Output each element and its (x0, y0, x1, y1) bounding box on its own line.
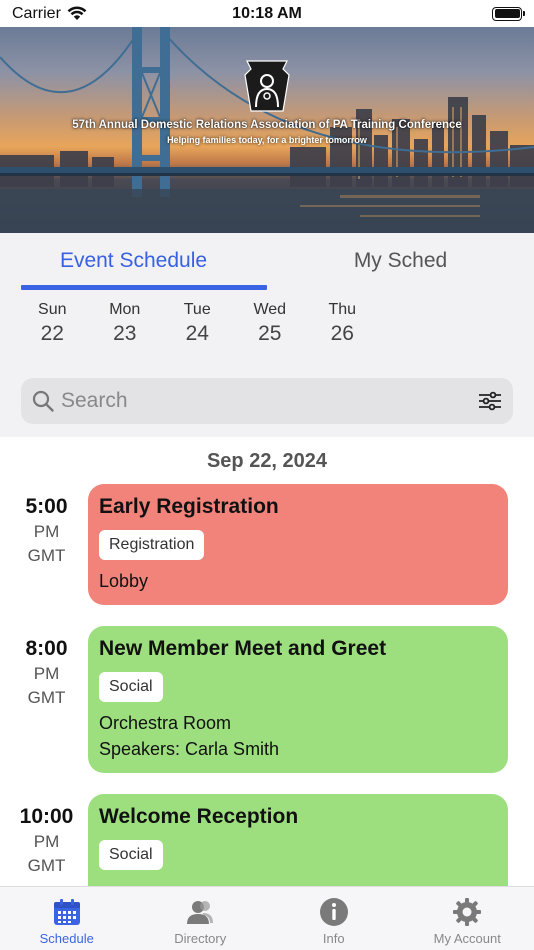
nav-info[interactable]: Info (267, 887, 401, 950)
schedule-list: Sep 22, 2024 5:00 PM GMT Early Registrat… (0, 437, 534, 886)
day-selector: Sun 22 Mon 23 Tue 24 Wed 25 Thu 26 (16, 300, 379, 347)
gear-icon (453, 898, 482, 926)
event-title: New Member Meet and Greet (99, 637, 387, 660)
category-chip: Registration (99, 530, 205, 560)
wifi-icon (67, 6, 87, 20)
event-location: Orchestra Room (99, 713, 232, 733)
banner-subtitle: Helping families today, for a brighter t… (167, 135, 367, 145)
category-chip: Social (99, 672, 163, 702)
date-header: Sep 22, 2024 (206, 450, 328, 472)
day-name: Tue (183, 301, 211, 318)
bottom-tab-bar: Schedule Directory Info My Account (0, 886, 534, 950)
category-chip: Social (99, 840, 163, 870)
day-number: 22 (40, 322, 64, 345)
event-card-welcome-reception[interactable]: Welcome Reception Social (88, 794, 508, 886)
nav-schedule[interactable]: Schedule (0, 887, 134, 950)
event-title: Welcome Reception (99, 805, 299, 828)
day-number: 24 (185, 322, 209, 345)
nav-label: Info (322, 931, 345, 946)
app-screen: Carrier 10:18 AM 57th Annual Domestic Re… (0, 0, 534, 950)
nav-label: Schedule (39, 931, 94, 946)
event-time: 8:00 PM GMT (0, 636, 93, 710)
filter-sliders-icon[interactable] (477, 388, 503, 414)
tab-event-schedule[interactable]: Event Schedule (0, 233, 267, 290)
event-card-new-member-meet-and-greet[interactable]: New Member Meet and Greet Social Orchest… (88, 626, 508, 773)
schedule-tabs: Event Schedule My Sched (0, 233, 534, 290)
day-mon[interactable]: Mon 23 (89, 300, 162, 347)
battery-icon (492, 6, 525, 21)
time-hour-minute: 5:00 (25, 495, 68, 518)
time-ampm: PM (33, 664, 60, 683)
carrier-label: Carrier (12, 4, 61, 22)
day-name: Mon (109, 301, 141, 318)
nav-directory[interactable]: Directory (134, 887, 268, 950)
nav-my-account[interactable]: My Account (401, 887, 534, 950)
nav-label: My Account (433, 931, 501, 946)
day-thu[interactable]: Thu 26 (306, 300, 379, 347)
day-number: 26 (330, 322, 354, 345)
banner-title: 57th Annual Domestic Relations Associati… (72, 119, 462, 131)
day-name: Wed (253, 301, 287, 318)
time-hour-minute: 10:00 (19, 805, 74, 828)
tab-my-sched[interactable]: My Sched (267, 233, 534, 290)
status-left: Carrier (12, 5, 87, 23)
time-ampm: PM (33, 522, 60, 541)
event-card-early-registration[interactable]: Early Registration Registration Lobby (88, 484, 508, 605)
tab-label: Event Schedule (59, 249, 208, 272)
day-tue[interactable]: Tue 24 (161, 300, 234, 347)
event-speakers: Speakers: Carla Smith (99, 739, 280, 759)
search-input[interactable] (61, 389, 477, 413)
status-bar: Carrier 10:18 AM (0, 0, 534, 27)
event-location: Lobby (99, 571, 149, 591)
day-number: 25 (258, 322, 282, 345)
event-time: 10:00 PM GMT (0, 804, 93, 878)
keystone-logo-icon (244, 60, 290, 112)
info-icon (319, 898, 348, 926)
time-zone: GMT (27, 546, 66, 565)
day-name: Thu (328, 301, 357, 318)
day-sun[interactable]: Sun 22 (16, 300, 89, 347)
time-hour-minute: 8:00 (25, 637, 68, 660)
time-zone: GMT (27, 688, 66, 707)
event-time: 5:00 PM GMT (0, 494, 93, 568)
active-tab-indicator (21, 285, 267, 290)
day-wed[interactable]: Wed 25 (234, 300, 307, 347)
day-name: Sun (38, 301, 67, 318)
time-ampm: PM (33, 832, 60, 851)
person-icon (187, 901, 214, 924)
calendar-icon (53, 899, 80, 925)
tab-label: My Sched (353, 249, 448, 272)
nav-label: Directory (174, 931, 227, 946)
day-number: 23 (113, 322, 137, 345)
search-bar (21, 378, 513, 424)
time-zone: GMT (27, 856, 66, 875)
search-icon (32, 390, 54, 412)
event-title: Early Registration (99, 495, 279, 518)
conference-banner: 57th Annual Domestic Relations Associati… (0, 27, 534, 233)
